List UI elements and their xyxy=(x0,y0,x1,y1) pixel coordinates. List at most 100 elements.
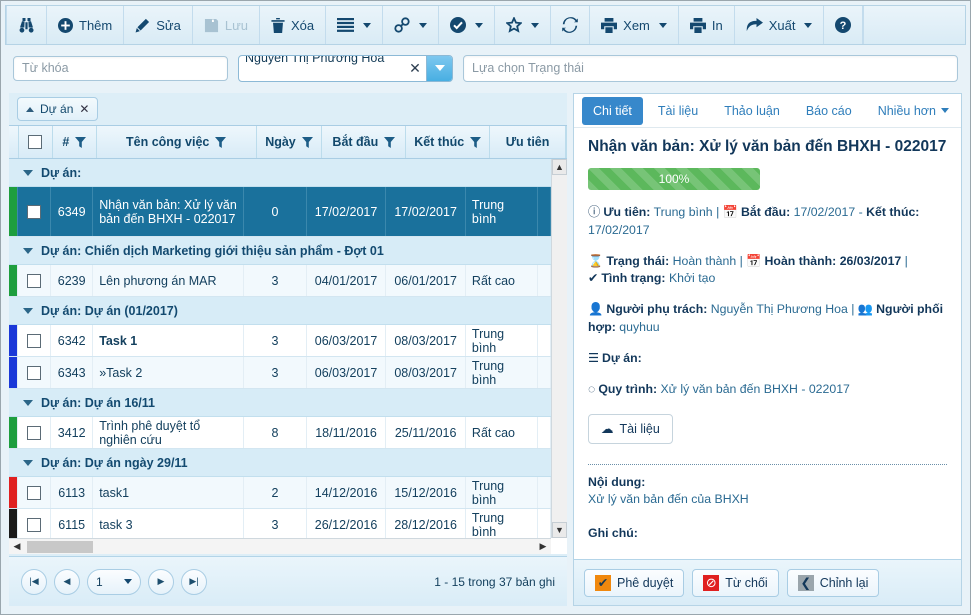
row-checkbox-cell[interactable] xyxy=(18,325,52,356)
table-row[interactable]: 6115 task 3 3 26/12/2016 28/12/2016 Trung bìn… xyxy=(9,509,551,538)
header-select-all[interactable] xyxy=(19,126,53,158)
close-icon[interactable]: ✕ xyxy=(79,102,89,116)
row-filler-cell xyxy=(538,417,551,448)
hscroll-thumb[interactable] xyxy=(27,540,93,553)
chevron-down-icon[interactable] xyxy=(658,22,667,28)
documents-button[interactable]: ☁ Tài liệu xyxy=(588,413,673,444)
chevron-down-icon[interactable] xyxy=(531,22,540,28)
toolbar-button-refresh[interactable] xyxy=(551,6,591,44)
toolbar-button-help-circle[interactable]: ? xyxy=(824,6,864,44)
checkbox-icon[interactable] xyxy=(27,204,42,219)
toolbar-button-xuất[interactable]: Xuất xyxy=(735,6,825,44)
header-start[interactable]: Bắt đầu xyxy=(322,126,407,158)
first-page-button[interactable]: |◀ xyxy=(21,568,47,595)
scroll-right-icon[interactable]: ▶ xyxy=(535,541,551,552)
toolbar-button-binoculars[interactable] xyxy=(6,6,47,44)
chevron-down-icon[interactable] xyxy=(363,22,372,28)
header-taskname[interactable]: Tên công việc xyxy=(97,126,257,158)
scroll-up-icon[interactable]: ▲ xyxy=(552,159,567,175)
grid-group-header[interactable]: Dự án: Dự án (01/2017) xyxy=(9,297,551,325)
scroll-left-icon[interactable]: ◀ xyxy=(9,541,25,552)
collapse-triangle-icon[interactable] xyxy=(23,169,33,176)
scroll-down-icon[interactable]: ▼ xyxy=(552,522,567,538)
collapse-triangle-icon[interactable] xyxy=(23,459,33,466)
table-row[interactable]: 6342 Task 1 3 06/03/2017 08/03/2017 Trung bìn… xyxy=(9,325,551,357)
progress-label: 100% xyxy=(658,172,690,186)
grid-horizontal-scrollbar[interactable]: ◀ ▶ xyxy=(9,538,551,554)
table-row[interactable]: 6113 task1 2 14/12/2016 15/12/2016 Trung bình xyxy=(9,477,551,509)
chevron-down-icon[interactable] xyxy=(475,22,484,28)
prev-page-button[interactable]: ◀ xyxy=(54,568,80,595)
filter-funnel-icon[interactable] xyxy=(215,136,227,148)
tab-chi-tiết[interactable]: Chi tiết xyxy=(582,96,643,125)
checkbox-icon[interactable] xyxy=(27,425,42,440)
page-number-value: 1 xyxy=(96,574,103,589)
toolbar-button-in[interactable]: In xyxy=(679,6,735,44)
row-checkbox-cell[interactable] xyxy=(18,509,52,538)
header-priority[interactable]: Ưu tiên xyxy=(490,126,566,158)
group-by-chip-duan[interactable]: Dự án ✕ xyxy=(17,97,99,121)
collapse-triangle-icon[interactable] xyxy=(23,307,33,314)
row-color-bar xyxy=(9,357,19,388)
chevron-down-icon[interactable] xyxy=(940,108,949,113)
keyword-input[interactable]: Từ khóa xyxy=(13,55,228,81)
toolbar-button-thêm[interactable]: Thêm xyxy=(47,6,125,44)
row-end-cell: 08/03/2017 xyxy=(386,357,466,388)
filter-funnel-icon[interactable] xyxy=(75,136,87,148)
tab-tài-liệu[interactable]: Tài liệu xyxy=(647,97,709,125)
chevron-down-icon[interactable] xyxy=(419,22,428,28)
row-checkbox-cell[interactable] xyxy=(18,187,52,236)
checkbox-icon[interactable] xyxy=(27,485,42,500)
filter-funnel-icon[interactable] xyxy=(384,136,396,148)
footer-button-chỉnh-lại[interactable]: ❮ Chỉnh lại xyxy=(786,568,880,597)
row-checkbox-cell[interactable] xyxy=(18,265,52,296)
table-row[interactable]: 6349 Nhận văn bản: Xử lý văn bản đến BHXH… xyxy=(9,187,551,237)
row-checkbox-cell[interactable] xyxy=(18,477,52,508)
grid-group-header[interactable]: Dự án: Dự án ngày 29/11 xyxy=(9,449,551,477)
filter-funnel-icon[interactable] xyxy=(470,136,482,148)
collapse-triangle-icon[interactable] xyxy=(23,399,33,406)
grid-vertical-scrollbar[interactable]: ▲ ▼ xyxy=(551,159,567,538)
checkbox-icon[interactable] xyxy=(27,333,42,348)
header-end[interactable]: Kết thúc xyxy=(406,126,491,158)
toolbar-button-xóa[interactable]: Xóa xyxy=(260,6,327,44)
table-row[interactable]: 3412 Trình phê duyệt tổ nghiên cứu 8 18/11/… xyxy=(9,417,551,449)
row-priority-cell: Trung bình xyxy=(466,357,538,388)
collapse-triangle-icon[interactable] xyxy=(23,247,33,254)
toolbar-button-xem[interactable]: Xem xyxy=(590,6,679,44)
filter-funnel-icon[interactable] xyxy=(301,136,313,148)
toolbar-button-check-circle[interactable] xyxy=(439,6,496,44)
toolbar-button-link[interactable] xyxy=(383,6,440,44)
checkbox-icon[interactable] xyxy=(28,135,43,149)
header-days[interactable]: Ngày xyxy=(257,126,323,158)
page-number-select[interactable]: 1 xyxy=(87,568,141,595)
table-row[interactable]: 6343 »Task 2 3 06/03/2017 08/03/2017 Trung bì… xyxy=(9,357,551,389)
checkbox-icon[interactable] xyxy=(27,273,42,288)
chevron-down-icon[interactable] xyxy=(426,55,452,81)
grid-group-header[interactable]: Dự án: Chiến dịch Marketing giới thiệu s… xyxy=(9,237,551,265)
header-id[interactable]: # xyxy=(53,126,97,158)
checkbox-icon[interactable] xyxy=(27,517,42,532)
row-checkbox-cell[interactable] xyxy=(18,417,52,448)
checkbox-icon[interactable] xyxy=(27,365,42,380)
toolbar-button-list[interactable] xyxy=(326,6,384,44)
chevron-down-icon[interactable] xyxy=(804,22,813,28)
toolbar-button-sửa[interactable]: Sửa xyxy=(124,6,193,44)
app-window: Thêm Sửa Lưu Xóa Xem In Xuất? Từ khóa Nguyễn T… xyxy=(0,0,971,615)
next-page-button[interactable]: ▶ xyxy=(148,568,174,595)
grid-group-header[interactable]: Dự án: Dự án 16/11 xyxy=(9,389,551,417)
last-page-button[interactable]: ▶| xyxy=(181,568,207,595)
status-select[interactable]: Lựa chọn Trạng thái xyxy=(463,54,958,82)
tab-thảo-luận[interactable]: Thảo luận xyxy=(713,97,791,125)
grid-group-header[interactable]: Dự án: xyxy=(9,159,551,187)
toolbar-button-star[interactable] xyxy=(495,6,552,44)
table-row[interactable]: 6239 Lên phương án MAR 3 04/01/2017 06/01/20… xyxy=(9,265,551,297)
clear-icon[interactable]: ✕ xyxy=(404,56,426,81)
footer-button-từ-chối[interactable]: ⊘ Từ chối xyxy=(692,568,779,597)
row-checkbox-cell[interactable] xyxy=(18,357,52,388)
tab-báo-cáo[interactable]: Báo cáo xyxy=(795,97,863,125)
person-filter-combo[interactable]: Nguyễn Thị Phương Hoa ✕ xyxy=(238,54,453,82)
tab-nhiều-hơn[interactable]: Nhiều hơn xyxy=(867,97,960,125)
footer-button-phê-duyệt[interactable]: ✔ Phê duyệt xyxy=(584,568,685,597)
row-color-bar xyxy=(9,187,19,236)
